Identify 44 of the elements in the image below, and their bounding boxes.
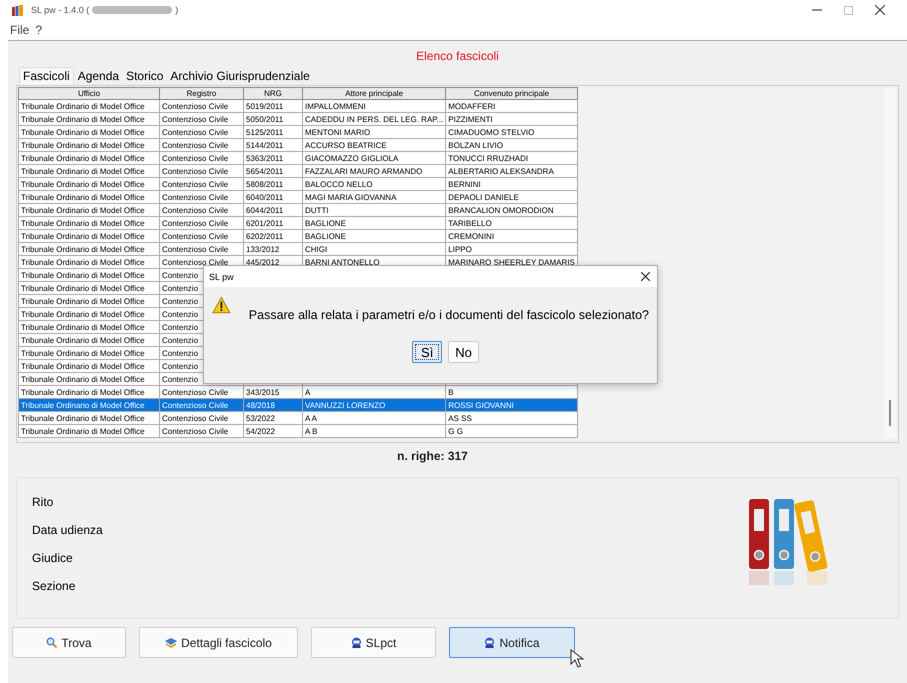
window-title: SL pw - 1.4.0 ( bbox=[31, 5, 90, 15]
column-header[interactable]: Registro bbox=[160, 88, 244, 100]
detail-label: Giudice bbox=[32, 551, 74, 565]
layers-icon bbox=[165, 638, 178, 648]
row-count: n. righe: 317 bbox=[396, 449, 469, 465]
window-title-end: ) bbox=[175, 5, 178, 15]
dialog-button[interactable]: Sì bbox=[412, 341, 442, 363]
table-cell[interactable]: G G bbox=[448, 426, 463, 436]
detail-label: Rito bbox=[32, 495, 54, 509]
menu-item[interactable]: ? bbox=[35, 23, 42, 37]
table-cell[interactable]: BAGLIONE bbox=[305, 232, 346, 240]
dialog-message: Passare alla relata i parametri e/o i documenti del fascicolo selezionato? bbox=[248, 308, 649, 322]
detail-label: Sezione bbox=[32, 579, 76, 593]
warning-icon bbox=[212, 295, 231, 315]
close-icon[interactable] bbox=[641, 272, 650, 281]
table-cell[interactable]: CHIGI bbox=[305, 244, 328, 254]
table-cell[interactable]: LIPPO bbox=[448, 244, 472, 254]
table-cell[interactable]: B bbox=[448, 388, 454, 396]
column-header[interactable]: NRG bbox=[244, 88, 302, 100]
action-button[interactable]: Dettagli fascicolo bbox=[139, 627, 298, 658]
column-header[interactable]: Attore principale bbox=[302, 88, 446, 100]
table-cell[interactable]: BAGLIONE bbox=[305, 218, 346, 228]
action-button[interactable]: SLpct bbox=[311, 627, 436, 658]
table-cell[interactable]: A A bbox=[305, 414, 318, 422]
table-cell[interactable]: A bbox=[305, 388, 310, 396]
table-cell[interactable]: DUTTI bbox=[305, 206, 329, 214]
table-cell[interactable]: AS SS bbox=[448, 414, 472, 422]
list-heading: Elenco fascicoli bbox=[415, 49, 500, 65]
column-header[interactable]: Ufficio bbox=[18, 88, 160, 100]
action-button[interactable]: Trova bbox=[12, 627, 126, 658]
table-cell[interactable]: Contenzio bbox=[162, 270, 198, 280]
close-icon[interactable] bbox=[875, 5, 885, 15]
table-cell[interactable]: A B bbox=[305, 426, 318, 436]
dialog-title: SL pw bbox=[209, 272, 234, 282]
dialog-button[interactable]: No bbox=[448, 341, 479, 363]
table-cell[interactable]: BERNINI bbox=[448, 180, 481, 188]
search-icon bbox=[46, 637, 58, 648]
tab[interactable]: Fascicoli bbox=[19, 67, 74, 85]
action-button[interactable]: Notifica bbox=[449, 627, 575, 658]
menu-item[interactable]: File bbox=[10, 23, 30, 37]
detail-label: Data udienza bbox=[32, 523, 103, 537]
mouse-cursor-icon bbox=[570, 649, 586, 669]
column-header[interactable]: Convenuto principale bbox=[446, 88, 578, 100]
app-icon bbox=[12, 4, 24, 16]
